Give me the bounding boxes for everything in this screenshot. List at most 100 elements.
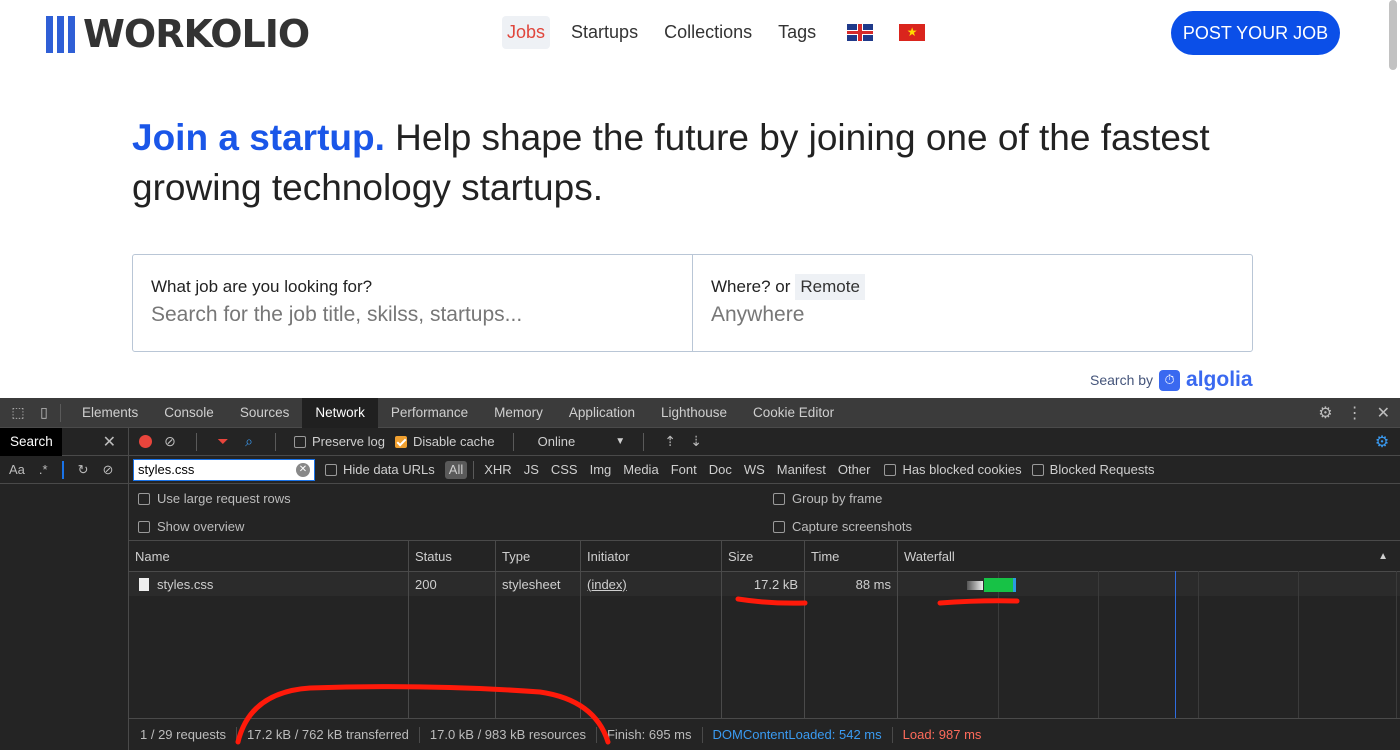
has-blocked-cookies-checkbox[interactable]: Has blocked cookies bbox=[884, 462, 1022, 477]
table-header: Name Status Type Initiator Size Time Wat… bbox=[129, 541, 1400, 572]
col-status[interactable]: Status bbox=[409, 541, 496, 571]
device-toolbar-icon[interactable]: ▯ bbox=[36, 404, 52, 421]
row-initiator-cell: (index) bbox=[581, 572, 722, 596]
type-filter-js[interactable]: JS bbox=[520, 461, 543, 479]
export-har-icon[interactable]: ⇣ bbox=[688, 433, 704, 450]
filter-value: styles.css bbox=[138, 462, 195, 477]
filter-input[interactable]: styles.css ✕ bbox=[133, 458, 315, 481]
col-initiator[interactable]: Initiator bbox=[581, 541, 722, 571]
preserve-log-checkbox[interactable]: Preserve log bbox=[294, 434, 385, 449]
network-settings-gear-icon[interactable]: ⚙ bbox=[1374, 434, 1390, 451]
hide-data-urls-label: Hide data URLs bbox=[343, 462, 435, 477]
filter-funnel-icon[interactable]: ⏷ bbox=[215, 433, 231, 450]
tab-memory[interactable]: Memory bbox=[481, 398, 556, 428]
tab-elements[interactable]: Elements bbox=[69, 398, 151, 428]
nav-collections[interactable]: Collections bbox=[659, 16, 757, 49]
row-initiator-link[interactable]: (index) bbox=[587, 577, 627, 592]
record-icon[interactable] bbox=[139, 435, 152, 448]
type-filter-img[interactable]: Img bbox=[586, 461, 616, 479]
large-rows-box[interactable] bbox=[138, 492, 150, 505]
waterfall-gridline bbox=[1396, 571, 1397, 718]
waterfall-download-bar bbox=[984, 578, 1016, 592]
blocked-requests-box[interactable] bbox=[1031, 463, 1044, 476]
col-type[interactable]: Type bbox=[496, 541, 581, 571]
type-filter-ws[interactable]: WS bbox=[740, 461, 769, 479]
blocked-requests-label: Blocked Requests bbox=[1049, 462, 1155, 477]
preserve-log-label: Preserve log bbox=[312, 434, 385, 449]
inspect-element-icon[interactable]: ⬚ bbox=[10, 404, 26, 421]
type-filter-xhr[interactable]: XHR bbox=[480, 461, 515, 479]
tab-performance[interactable]: Performance bbox=[378, 398, 481, 428]
match-case-toggle[interactable]: Aa bbox=[9, 462, 25, 477]
tab-cookie-editor[interactable]: Cookie Editor bbox=[740, 398, 847, 428]
throttling-select[interactable]: Online ▼ bbox=[532, 434, 625, 449]
clear-filter-icon[interactable]: ✕ bbox=[296, 462, 310, 477]
refresh-icon[interactable]: ↻ bbox=[78, 462, 89, 478]
import-har-icon[interactable]: ⇡ bbox=[662, 433, 678, 450]
nav-startups[interactable]: Startups bbox=[566, 16, 643, 49]
show-overview-box[interactable] bbox=[138, 520, 150, 533]
search-drawer-header: Search ✕ bbox=[0, 427, 128, 456]
location-input[interactable] bbox=[711, 303, 1211, 327]
nav-jobs[interactable]: Jobs bbox=[502, 16, 551, 49]
col-time[interactable]: Time bbox=[805, 541, 898, 571]
col-name[interactable]: Name bbox=[129, 541, 409, 571]
job-search-input[interactable] bbox=[151, 303, 651, 327]
tab-network[interactable]: Network bbox=[302, 397, 378, 428]
preserve-log-box[interactable] bbox=[294, 435, 306, 448]
group-by-frame-box[interactable] bbox=[773, 492, 785, 505]
type-filter-all[interactable]: All bbox=[444, 460, 468, 479]
type-separator bbox=[473, 460, 475, 479]
toolbar-separator bbox=[512, 432, 514, 451]
regex-toggle[interactable]: .* bbox=[39, 462, 48, 477]
hide-data-urls-checkbox[interactable]: Hide data URLs bbox=[325, 462, 435, 477]
search-icon[interactable]: ⌕ bbox=[241, 433, 257, 450]
show-overview-checkbox[interactable]: Show overview bbox=[138, 519, 244, 534]
remote-tag[interactable]: Remote bbox=[795, 274, 865, 300]
nav-tags[interactable]: Tags bbox=[773, 16, 821, 49]
capture-screenshots-checkbox[interactable]: Capture screenshots bbox=[773, 519, 912, 534]
large-rows-checkbox[interactable]: Use large request rows bbox=[138, 491, 291, 506]
waterfall-content-bar bbox=[1013, 578, 1016, 592]
clear-log-icon[interactable]: ⊘ bbox=[162, 433, 178, 450]
search-by-algolia[interactable]: Search by ⏱ algolia bbox=[1090, 368, 1253, 392]
logo-mark-icon bbox=[46, 15, 75, 53]
close-search-icon[interactable]: ✕ bbox=[103, 432, 116, 452]
waterfall-waiting-bar bbox=[967, 581, 983, 590]
type-filter-manifest[interactable]: Manifest bbox=[773, 461, 830, 479]
hide-data-urls-box[interactable] bbox=[325, 463, 337, 476]
search-drawer-tab[interactable]: Search bbox=[0, 427, 62, 456]
tab-lighthouse[interactable]: Lighthouse bbox=[648, 398, 740, 428]
type-filter-font[interactable]: Font bbox=[667, 461, 701, 479]
page-scrollbar[interactable] bbox=[1389, 0, 1397, 70]
disable-cache-box[interactable] bbox=[394, 435, 407, 448]
type-filter-doc[interactable]: Doc bbox=[705, 461, 736, 479]
search-drawer-tools: Aa .* ↻ ⊘ bbox=[0, 456, 128, 484]
capture-screenshots-box[interactable] bbox=[773, 520, 785, 533]
uk-flag-icon[interactable] bbox=[847, 24, 874, 41]
show-overview-label: Show overview bbox=[157, 519, 245, 534]
group-by-frame-checkbox[interactable]: Group by frame bbox=[773, 491, 882, 506]
tab-sources[interactable]: Sources bbox=[227, 398, 303, 428]
blocked-requests-checkbox[interactable]: Blocked Requests bbox=[1031, 462, 1155, 477]
workolio-logo[interactable]: WORKOLIO bbox=[46, 15, 310, 53]
empty-col bbox=[409, 596, 496, 718]
finish-time: Finish: 695 ms bbox=[607, 726, 703, 743]
col-waterfall[interactable]: Waterfall ▲ bbox=[898, 541, 1400, 571]
resources-size: 17.0 kB / 983 kB resources bbox=[430, 726, 597, 743]
clear-search-icon[interactable]: ⊘ bbox=[102, 462, 113, 478]
close-devtools-icon[interactable]: ✕ bbox=[1377, 403, 1390, 423]
tab-application[interactable]: Application bbox=[556, 398, 648, 428]
settings-gear-icon[interactable]: ⚙ bbox=[1318, 403, 1332, 423]
more-options-icon[interactable]: ⋮ bbox=[1347, 403, 1363, 423]
has-blocked-cookies-box[interactable] bbox=[884, 463, 897, 476]
tab-console[interactable]: Console bbox=[151, 398, 227, 428]
disable-cache-checkbox[interactable]: Disable cache bbox=[394, 434, 495, 449]
col-size[interactable]: Size bbox=[722, 541, 805, 571]
type-filter-media[interactable]: Media bbox=[619, 461, 662, 479]
vietnam-flag-icon[interactable]: ★ bbox=[899, 24, 926, 41]
post-your-job-button[interactable]: POST YOUR JOB bbox=[1171, 11, 1340, 55]
algolia-icon: ⏱ bbox=[1159, 369, 1181, 391]
type-filter-css[interactable]: CSS bbox=[547, 461, 582, 479]
type-filter-other[interactable]: Other bbox=[834, 461, 875, 479]
